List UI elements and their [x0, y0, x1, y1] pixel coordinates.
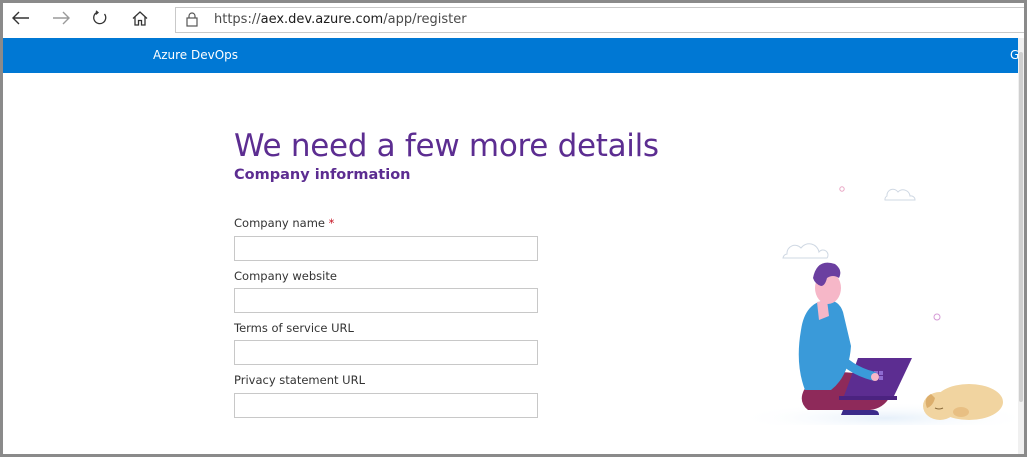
forward-arrow-icon	[53, 11, 70, 25]
company-name-label-text: Company name	[234, 216, 325, 230]
address-bar[interactable]: https://aex.dev.azure.com/app/register	[175, 7, 1027, 33]
refresh-icon	[93, 10, 107, 25]
privacy-statement-url-input[interactable]	[234, 393, 538, 418]
url-prefix: https://	[214, 12, 261, 27]
terms-of-service-url-input[interactable]	[234, 340, 538, 365]
scrollbar-thumb[interactable]	[1019, 52, 1023, 402]
company-website-input[interactable]	[234, 288, 538, 313]
section-title: Company information	[234, 167, 411, 183]
company-name-label: Company name *	[234, 216, 334, 230]
company-website-label: Company website	[234, 269, 337, 283]
header-right-clipped-text[interactable]: G	[1010, 48, 1018, 62]
forward-button[interactable]	[46, 3, 76, 33]
required-marker: *	[328, 216, 335, 230]
privacy-statement-url-label: Privacy statement URL	[234, 373, 365, 387]
browser-toolbar: https://aex.dev.azure.com/app/register	[3, 3, 1027, 39]
url-domain: aex.dev.azure.com	[260, 12, 384, 27]
illustration-person-laptop-dog	[735, 186, 1015, 425]
back-arrow-icon	[12, 11, 29, 25]
page-title: We need a few more details	[234, 128, 659, 164]
lock-icon	[186, 12, 198, 27]
app-header: Azure DevOps G	[3, 38, 1018, 73]
company-name-input[interactable]	[234, 236, 538, 261]
home-button[interactable]	[125, 3, 155, 33]
home-icon	[132, 10, 148, 26]
url-text: https://aex.dev.azure.com/app/register	[214, 12, 467, 27]
back-button[interactable]	[6, 3, 36, 33]
url-path: /app/register	[383, 12, 467, 27]
app-title[interactable]: Azure DevOps	[153, 48, 238, 62]
refresh-button[interactable]	[85, 3, 115, 33]
terms-of-service-url-label: Terms of service URL	[234, 321, 354, 335]
